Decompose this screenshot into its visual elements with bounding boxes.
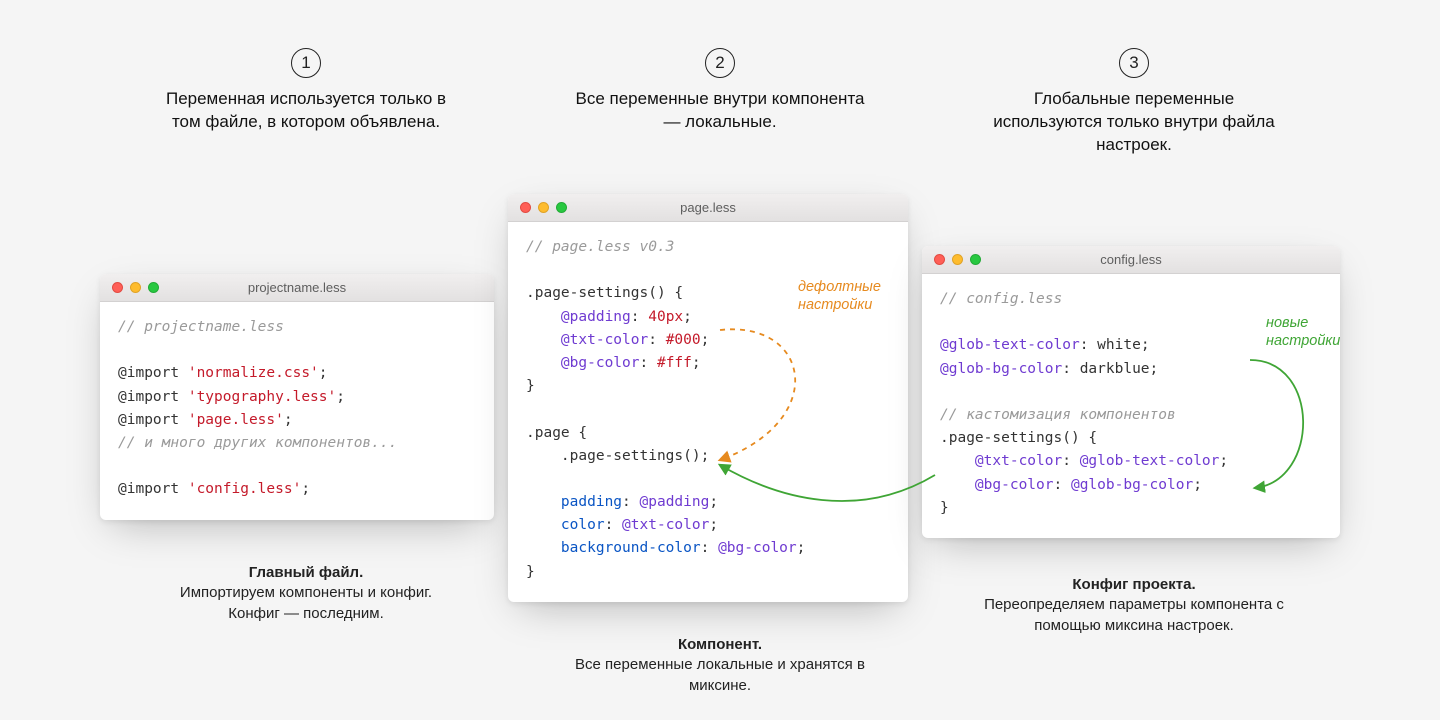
annotation-new-settings: новые настройки — [1266, 314, 1340, 350]
zoom-icon — [556, 202, 567, 213]
window-page: page.less // page.less v0.3 .page-settin… — [508, 194, 908, 602]
code-prop: padding — [561, 494, 622, 510]
code-var: @glob-bg-color — [940, 361, 1062, 377]
step-number: 2 — [715, 53, 724, 73]
window-title: projectname.less — [100, 280, 494, 295]
code-value: 40px — [648, 309, 683, 325]
code-var: @txt-color — [561, 332, 648, 348]
traffic-lights — [112, 282, 159, 293]
diagram-stage: 1 Переменная используется только в том ф… — [0, 0, 1440, 720]
window-config: config.less // config.less @glob-text-co… — [922, 246, 1340, 538]
code-string: 'typography.less' — [188, 389, 336, 405]
code-var: @bg-color — [975, 477, 1054, 493]
code-call: .page-settings() — [561, 448, 701, 464]
minimize-icon — [538, 202, 549, 213]
code-var: @padding — [561, 309, 631, 325]
footer-title: Главный файл. — [249, 564, 364, 581]
footer-title: Компонент. — [678, 636, 762, 653]
titlebar: page.less — [508, 194, 908, 222]
code-var: @bg-color — [561, 355, 640, 371]
code-selector: .page — [526, 425, 570, 441]
code-value: #fff — [657, 355, 692, 371]
traffic-lights — [520, 202, 567, 213]
footer-title: Конфиг проекта. — [1072, 576, 1195, 593]
code-comment: // кастомизация компонентов — [940, 407, 1176, 423]
code-value: white — [1097, 337, 1141, 353]
code-prop: background-color — [561, 540, 701, 556]
code-block: // projectname.less @import 'normalize.c… — [100, 302, 494, 520]
zoom-icon — [148, 282, 159, 293]
step-1: 1 Переменная используется только в том ф… — [156, 48, 456, 134]
code-keyword: @import — [118, 365, 179, 381]
close-icon — [112, 282, 123, 293]
code-value: #000 — [666, 332, 701, 348]
footer-project: Главный файл. Импортируем компоненты и к… — [156, 563, 456, 624]
window-title: page.less — [508, 200, 908, 215]
footer-page: Компонент. Все переменные локальные и хр… — [570, 635, 870, 696]
footer-text: Переопределяем параметры компонента с по… — [984, 596, 1284, 633]
close-icon — [934, 254, 945, 265]
close-icon — [520, 202, 531, 213]
traffic-lights — [934, 254, 981, 265]
code-comment: // projectname.less — [118, 319, 284, 335]
code-selector: .page-settings() — [940, 430, 1080, 446]
step-caption: Все переменные внутри компонента — локал… — [570, 88, 870, 134]
titlebar: projectname.less — [100, 274, 494, 302]
code-var: @glob-bg-color — [1071, 477, 1193, 493]
code-var: @txt-color — [622, 517, 709, 533]
minimize-icon — [130, 282, 141, 293]
code-keyword: @import — [118, 412, 179, 428]
window-project: projectname.less // projectname.less @im… — [100, 274, 494, 520]
code-var: @glob-text-color — [1080, 453, 1220, 469]
code-comment: // config.less — [940, 291, 1062, 307]
code-string: 'normalize.css' — [188, 365, 319, 381]
code-var: @txt-color — [975, 453, 1062, 469]
annotation-default-settings: дефолтные настройки — [798, 278, 881, 314]
code-keyword: @import — [118, 389, 179, 405]
code-keyword: @import — [118, 481, 179, 497]
step-caption: Переменная используется только в том фай… — [156, 88, 456, 134]
titlebar: config.less — [922, 246, 1340, 274]
step-badge: 2 — [705, 48, 735, 78]
code-var: @glob-text-color — [940, 337, 1080, 353]
code-var: @padding — [640, 494, 710, 510]
window-title: config.less — [922, 252, 1340, 267]
code-string: 'page.less' — [188, 412, 284, 428]
code-prop: color — [561, 517, 605, 533]
code-comment: // и много других компонентов... — [118, 435, 397, 451]
zoom-icon — [970, 254, 981, 265]
step-badge: 1 — [291, 48, 321, 78]
code-var: @bg-color — [718, 540, 797, 556]
step-badge: 3 — [1119, 48, 1149, 78]
step-caption: Глобальные переменные используются тольк… — [984, 88, 1284, 157]
step-2: 2 Все переменные внутри компонента — лок… — [570, 48, 870, 134]
code-value: darkblue — [1080, 361, 1150, 377]
footer-config: Конфиг проекта. Переопределяем параметры… — [984, 575, 1284, 636]
code-comment: // page.less v0.3 — [526, 239, 674, 255]
footer-text: Все переменные локальные и хранятся в ми… — [575, 656, 865, 693]
step-number: 1 — [301, 53, 310, 73]
code-string: 'config.less' — [188, 481, 302, 497]
code-selector: .page-settings() — [526, 285, 666, 301]
footer-text: Импортируем компоненты и конфиг. Конфиг … — [180, 584, 432, 621]
minimize-icon — [952, 254, 963, 265]
step-3: 3 Глобальные переменные используются тол… — [984, 48, 1284, 157]
step-number: 3 — [1129, 53, 1138, 73]
